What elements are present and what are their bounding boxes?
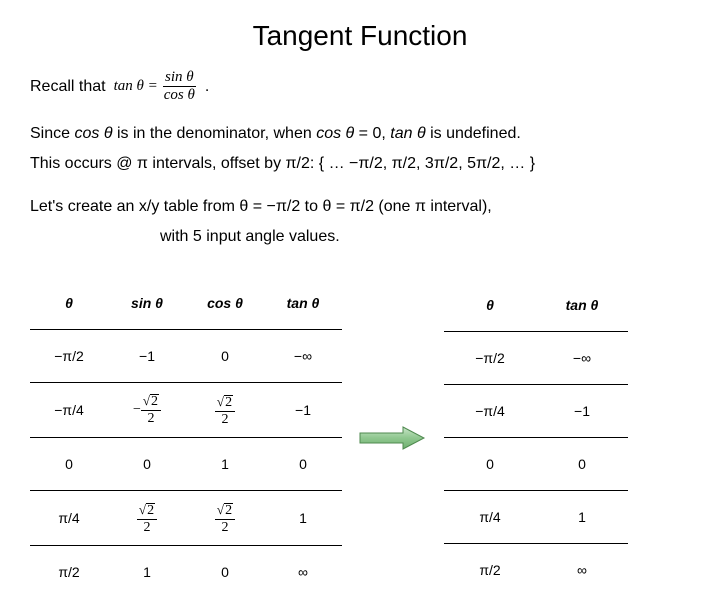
table-cell: 0 — [536, 438, 628, 491]
table-row: −π/4−√22√22−1 — [30, 383, 342, 438]
table-cell: 1 — [536, 491, 628, 544]
table-cell: √22 — [186, 383, 264, 438]
table-row: −π/4−1 — [444, 385, 628, 438]
formula-fraction: sin θ cos θ — [162, 70, 197, 103]
recall-prefix: Recall that — [30, 78, 106, 96]
table-row: π/2∞ — [444, 544, 628, 597]
p1d: cos θ — [316, 125, 354, 142]
table-row: −π/2−∞ — [444, 332, 628, 385]
sincos-table-header: cos θ — [186, 277, 264, 330]
tan-table-header: tan θ — [536, 279, 628, 332]
p1b: cos θ — [74, 125, 112, 142]
table-row: 00 — [444, 438, 628, 491]
table-cell: π/4 — [30, 491, 108, 546]
formula-lhs: tan θ = — [114, 78, 158, 95]
tables-area: θsin θcos θtan θ −π/2−10−∞−π/4−√22√22−10… — [30, 277, 690, 598]
paragraph-2: This occurs @ π intervals, offset by π/2… — [30, 153, 690, 175]
table-cell: −π/2 — [444, 332, 536, 385]
arrow-icon — [358, 423, 428, 453]
sincos-table-header: sin θ — [108, 277, 186, 330]
table-row: π/4√22√221 — [30, 491, 342, 546]
sincos-table-header: tan θ — [264, 277, 342, 330]
table-cell: −√22 — [108, 383, 186, 438]
table-row: −π/2−10−∞ — [30, 330, 342, 383]
table-cell: −1 — [264, 383, 342, 438]
table-row: 0010 — [30, 438, 342, 491]
table-cell: 0 — [264, 438, 342, 491]
table-cell: π/4 — [444, 491, 536, 544]
tan-formula: tan θ = sin θ cos θ — [114, 70, 197, 103]
page-title: Tangent Function — [30, 20, 690, 52]
tan-table: θtan θ −π/2−∞−π/4−100π/41π/2∞ — [444, 279, 628, 596]
table-cell: −∞ — [536, 332, 628, 385]
p1g: is undefined. — [426, 125, 521, 142]
table-cell: π/2 — [444, 544, 536, 597]
table-cell: 1 — [264, 491, 342, 546]
p1f: tan θ — [390, 125, 425, 142]
table-cell: 0 — [108, 438, 186, 491]
sincos-table: θsin θcos θtan θ −π/2−10−∞−π/4−√22√22−10… — [30, 277, 342, 598]
table-cell: −1 — [108, 330, 186, 383]
formula-period: . — [205, 78, 209, 96]
table-cell: −∞ — [264, 330, 342, 383]
recall-line: Recall that tan θ = sin θ cos θ . — [30, 70, 690, 103]
formula-num: sin θ — [163, 70, 196, 87]
table-cell: −1 — [536, 385, 628, 438]
create-line-2: with 5 input angle values. — [30, 226, 690, 248]
table-cell: √22 — [108, 491, 186, 546]
table-cell: ∞ — [264, 546, 342, 598]
sincos-table-header: θ — [30, 277, 108, 330]
table-cell: π/2 — [30, 546, 108, 598]
p1e: = 0, — [354, 125, 390, 142]
table-cell: 0 — [186, 330, 264, 383]
p1a: Since — [30, 125, 74, 142]
table-row: π/41 — [444, 491, 628, 544]
p1c: is in the denominator, when — [113, 125, 317, 142]
table-cell: 0 — [444, 438, 536, 491]
create-line-1: Let's create an x/y table from θ = −π/2 … — [30, 196, 690, 218]
table-row: π/210∞ — [30, 546, 342, 598]
table-cell: −π/4 — [444, 385, 536, 438]
formula-den: cos θ — [162, 87, 197, 103]
paragraph-1: Since cos θ is in the denominator, when … — [30, 123, 690, 145]
table-cell: 1 — [108, 546, 186, 598]
table-cell: √22 — [186, 491, 264, 546]
tan-table-header: θ — [444, 279, 536, 332]
table-cell: ∞ — [536, 544, 628, 597]
table-cell: 1 — [186, 438, 264, 491]
table-cell: −π/4 — [30, 383, 108, 438]
table-cell: −π/2 — [30, 330, 108, 383]
table-cell: 0 — [186, 546, 264, 598]
table-cell: 0 — [30, 438, 108, 491]
